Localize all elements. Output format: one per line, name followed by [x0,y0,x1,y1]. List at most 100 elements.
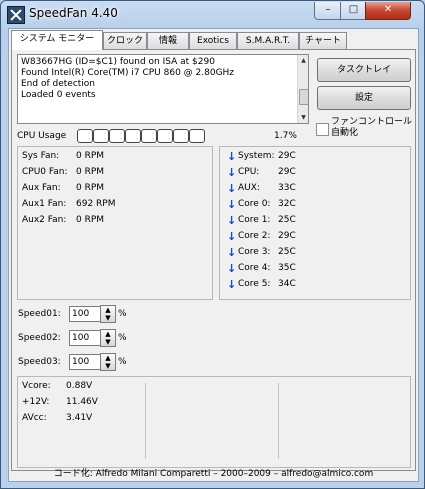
temp-name: Core 3: [238,247,271,257]
voltage-value: 11.46V [66,397,98,407]
speed-spinner[interactable]: ▲ ▼ [100,329,116,347]
fan-value: 0 RPM [76,151,105,161]
temp-value: 35C [278,263,296,273]
temp-value: 29C [278,151,296,161]
speed-input[interactable]: 100 [69,354,103,370]
settings-button[interactable]: 設定 [317,86,411,110]
spin-down-icon[interactable]: ▼ [105,362,110,370]
speed-label: Speed03: [18,357,61,367]
down-arrow-icon: ↓ [227,150,237,163]
cpu-core-bar [125,129,141,143]
temp-value: 34C [278,279,296,289]
temp-name: Core 1: [238,215,271,225]
speed-input[interactable]: 100 [69,330,103,346]
fan-name: Aux Fan: [22,183,61,193]
client-area: システム モニター クロック 情報 Exotics S.M.A.R.T. チャー… [8,28,419,482]
spin-up-icon[interactable]: ▲ [105,330,110,338]
cpu-core-bar [93,129,109,143]
auto-fan-control-checkbox[interactable] [316,123,329,136]
down-arrow-icon: ↓ [227,182,237,195]
system-monitor-panel: W83667HG (ID=$C1) found on ISA at $290 F… [11,49,416,471]
temp-name: Core 5: [238,279,271,289]
window-title: SpeedFan 4.40 [29,6,118,20]
speed-spinner[interactable]: ▲ ▼ [100,353,116,371]
down-arrow-icon: ↓ [227,246,237,259]
fan-name: Aux2 Fan: [22,215,67,225]
tab-chart[interactable]: チャート [299,32,347,49]
fan-name: Sys Fan: [22,151,60,161]
tab-clock[interactable]: クロック [103,32,147,49]
temp-name: CPU: [238,167,260,177]
spin-up-icon[interactable]: ▲ [105,354,110,362]
temp-value: 32C [278,199,296,209]
temp-name: Core 2: [238,231,271,241]
speed-input[interactable]: 100 [69,306,103,322]
speed-unit: % [118,309,127,319]
tab-exotics[interactable]: Exotics [189,32,237,49]
tab-smart[interactable]: S.M.A.R.T. [237,32,299,49]
fan-value: 0 RPM [76,215,105,225]
log-line: Found Intel(R) Core(TM) i7 CPU 860 @ 2.8… [21,68,235,78]
speed-label: Speed01: [18,309,61,319]
temp-name: Core 0: [238,199,271,209]
tab-system-monitor[interactable]: システム モニター [11,30,103,50]
fan-value: 0 RPM [76,183,105,193]
log-line: Loaded 0 events [21,90,96,100]
cpu-usage-label: CPU Usage [17,131,67,141]
spin-up-icon[interactable]: ▲ [105,306,110,314]
voltage-group: Vcore: 0.88V +12V: 11.46V AVcc: 3.41V [17,376,411,468]
speedfan-app-icon[interactable] [7,6,25,24]
down-arrow-icon: ↓ [227,214,237,227]
temp-value: 29C [278,167,296,177]
voltage-divider [278,383,279,459]
cpu-core-bar [141,129,157,143]
fan-name: CPU0 Fan: [22,167,68,177]
cpu-core-bar [189,129,205,143]
tasktray-button[interactable]: タスクトレイ [317,58,411,82]
speed-unit: % [118,333,127,343]
scroll-up-icon[interactable]: ▲ [298,55,308,66]
temp-name: Core 4: [238,263,271,273]
speed-unit: % [118,357,127,367]
temp-name: System: [238,151,275,161]
log-line: W83667HG (ID=$C1) found on ISA at $290 [21,57,215,67]
cpu-core-bar [77,129,93,143]
scroll-thumb[interactable] [299,89,308,105]
close-button[interactable]: ✕ [365,2,411,20]
temperature-group: ↓ System: 29C ↓ CPU: 29C ↓ AUX: 33C ↓ Core 0: 32C ↓ C… [219,146,411,300]
tab-info[interactable]: 情報 [147,32,189,49]
temp-value: 25C [278,247,296,257]
speed-spinner[interactable]: ▲ ▼ [100,305,116,323]
log-line: End of detection [21,79,96,89]
event-log[interactable]: W83667HG (ID=$C1) found on ISA at $290 F… [17,54,309,124]
down-arrow-icon: ↓ [227,198,237,211]
fan-value: 0 RPM [76,167,105,177]
down-arrow-icon: ↓ [227,230,237,243]
voltage-name: AVcc: [22,413,47,423]
cpu-core-bar [109,129,125,143]
cpu-core-bar [173,129,189,143]
spin-down-icon[interactable]: ▼ [105,314,110,322]
down-arrow-icon: ↓ [227,262,237,275]
title-bar[interactable]: SpeedFan 4.40 – □ ✕ [1,1,424,27]
voltage-value: 0.88V [66,381,93,391]
cpu-core-bar [157,129,173,143]
voltage-value: 3.41V [66,413,93,423]
speed-label: Speed02: [18,333,61,343]
maximize-button[interactable]: □ [340,2,367,20]
temp-name: AUX: [238,183,260,193]
fan-value: 692 RPM [76,199,116,209]
scroll-down-icon[interactable]: ▼ [298,112,308,123]
speedfan-window: SpeedFan 4.40 – □ ✕ システム モニター クロック 情報 Ex… [0,0,425,489]
spin-down-icon[interactable]: ▼ [105,338,110,346]
temp-value: 29C [278,231,296,241]
temp-value: 33C [278,183,296,193]
down-arrow-icon: ↓ [227,166,237,179]
voltage-name: +12V: [22,397,50,407]
log-scrollbar[interactable]: ▲ ▼ [297,55,308,123]
voltage-name: Vcore: [22,381,51,391]
minimize-button[interactable]: – [314,2,342,20]
voltage-divider [145,383,146,459]
temp-value: 25C [278,215,296,225]
down-arrow-icon: ↓ [227,278,237,291]
